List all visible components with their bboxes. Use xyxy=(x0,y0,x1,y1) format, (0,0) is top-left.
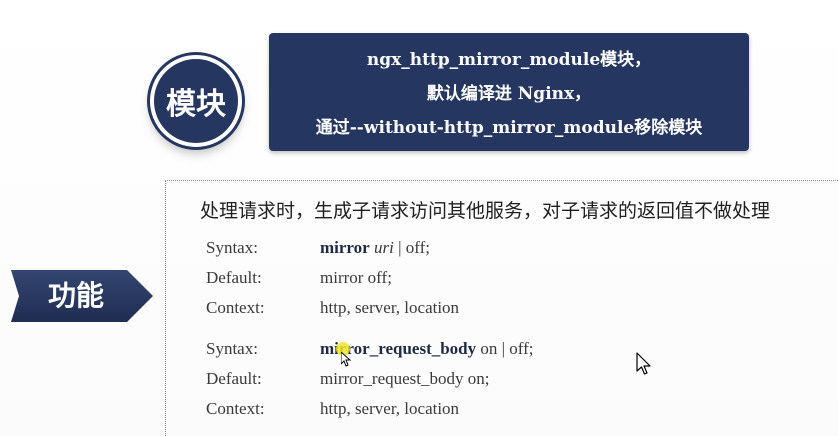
module-default-line: 默认编译进 Nginx， xyxy=(426,84,592,104)
mouse-pointer-icon xyxy=(636,352,651,375)
directive-options: on | off; xyxy=(476,339,534,358)
function-summary: 处理请求时，生成子请求访问其他服务，对子请求的返回值不做处理 xyxy=(200,200,771,222)
syntax-label: Syntax: xyxy=(206,339,258,358)
function-panel: 处理请求时，生成子请求访问其他服务，对子请求的返回值不做处理 Syntax: m… xyxy=(165,180,838,436)
module-remove-line: 通过--without-http_mirror_module移除模块 xyxy=(315,118,703,138)
default-label: Default: xyxy=(206,268,262,287)
default-label: Default: xyxy=(206,369,262,388)
function-tab-label: 功能 xyxy=(47,279,104,312)
slide: 模块 ngx_http_mirror_module模块， 默认编译进 Nginx… xyxy=(0,0,838,436)
module-badge: 模块 xyxy=(150,55,242,147)
function-tab: 功能 xyxy=(11,268,153,324)
syntax-value: mirror uri | off; xyxy=(320,237,430,259)
context-label: Context: xyxy=(206,399,265,418)
syntax-value: mirror_request_body on | off; xyxy=(320,338,534,360)
directive-argument: uri xyxy=(373,238,394,257)
default-value: mirror off; xyxy=(320,268,392,287)
context-value: http, server, location xyxy=(320,298,460,317)
syntax-label: Syntax: xyxy=(206,238,258,257)
module-description-box: ngx_http_mirror_module模块， 默认编译进 Nginx， 通… xyxy=(269,33,749,151)
default-value: mirror_request_body on; xyxy=(320,369,490,388)
context-label: Context: xyxy=(206,298,265,317)
context-value: http, server, location xyxy=(320,399,460,418)
module-name-line: ngx_http_mirror_module模块， xyxy=(366,50,652,70)
mouse-pointer-icon xyxy=(341,352,351,367)
directive-options: | off; xyxy=(393,238,430,257)
directive-keyword: mirror xyxy=(320,238,370,257)
